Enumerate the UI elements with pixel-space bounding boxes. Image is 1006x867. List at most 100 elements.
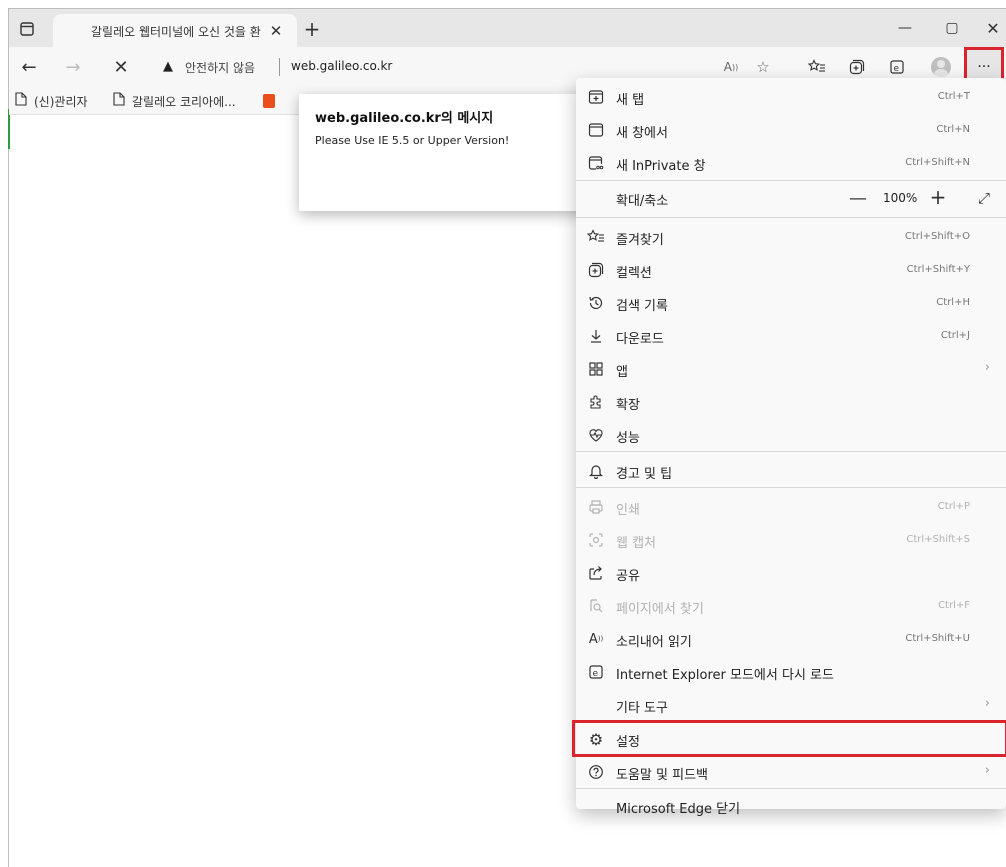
menu-item-ie-mode[interactable]: e Internet Explorer 모드에서 다시 로드 [576, 655, 1006, 688]
maximize-button[interactable]: ▢ [934, 13, 970, 43]
favorites-icon [586, 227, 606, 247]
chevron-right-icon: › [984, 696, 990, 711]
forward-button[interactable]: → [59, 53, 87, 81]
collections-icon[interactable] [843, 53, 871, 81]
menu-item-label: 인쇄 [616, 503, 640, 518]
menu-item-label: 성능 [616, 431, 640, 446]
menu-divider [576, 487, 1006, 488]
tab-favicon-icon [67, 23, 83, 39]
menu-item-label: 경고 및 팁 [616, 467, 673, 482]
menu-item-history[interactable]: 검색 기록 Ctrl+H [576, 286, 1006, 319]
svg-text:e: e [593, 669, 599, 679]
alert-dialog: web.galileo.co.kr의 메시지 Please Use IE 5.5… [299, 94, 599, 211]
menu-item-collections[interactable]: 컬렉션 Ctrl+Shift+Y [576, 253, 1006, 286]
tab-actions-icon[interactable] [15, 17, 39, 41]
menu-item-favorites[interactable]: 즐겨찾기 Ctrl+Shift+O [576, 220, 1006, 253]
minimize-button[interactable]: — [887, 13, 923, 43]
menu-item-label: 다운로드 [616, 332, 664, 347]
menu-item-share[interactable]: 공유 [576, 556, 1006, 589]
tab-active[interactable]: 갈릴레오 웹터미널에 오신 것을 환 ✕ [53, 14, 297, 47]
menu-item-label: 새 창에서 [616, 126, 668, 141]
menu-item-new-window[interactable]: 새 창에서 Ctrl+N [576, 113, 1006, 146]
menu-item-apps[interactable]: 앱 › [576, 352, 1006, 385]
menu-item-shortcut: Ctrl+Shift+N [905, 157, 970, 168]
new-tab-button[interactable]: + [299, 16, 325, 42]
warning-icon[interactable]: ▲ [163, 59, 173, 74]
collections-icon [586, 260, 606, 280]
zoom-in-button[interactable]: + [926, 185, 950, 209]
menu-item-shortcut: Ctrl+T [937, 91, 970, 102]
menu-divider [576, 451, 1006, 452]
menu-item-zoom: 확대/축소 — 100% + ⤢ [576, 181, 1006, 214]
read-aloud-icon[interactable]: A)) [717, 53, 745, 81]
menu-divider [576, 217, 1006, 218]
page-icon [113, 92, 125, 110]
menu-item-settings[interactable]: ⚙ 설정 [572, 720, 1006, 757]
favorite-item[interactable] [263, 92, 275, 110]
menu-item-shortcut: Ctrl+H [936, 297, 970, 308]
insecure-label[interactable]: 안전하지 않음 [185, 59, 255, 76]
menu-item-label: 확대/축소 [616, 194, 669, 209]
menu-item-new-tab[interactable]: 새 탭 Ctrl+T [576, 80, 1006, 113]
settings-menu: 새 탭 Ctrl+T 새 창에서 Ctrl+N 새 InPrivate 창 Ct… [572, 78, 1006, 817]
address-divider [279, 58, 280, 76]
zoom-out-button[interactable]: — [846, 186, 870, 210]
avatar [931, 57, 951, 77]
dialog-title: web.galileo.co.kr의 메시지 [315, 111, 494, 126]
menu-item-print[interactable]: 인쇄 Ctrl+P [576, 490, 1006, 523]
ie-mode-icon[interactable]: e [883, 53, 911, 81]
menu-item-shortcut: Ctrl+P [937, 501, 970, 512]
chevron-right-icon: › [984, 360, 990, 375]
ie-mode-icon: e [586, 662, 606, 682]
menu-item-help[interactable]: 도움말 및 피드백 › [576, 755, 1006, 788]
fullscreen-icon[interactable]: ⤢ [972, 186, 996, 210]
menu-item-shortcut: Ctrl+Shift+Y [906, 264, 970, 275]
inprivate-icon [586, 153, 606, 173]
menu-item-more-tools[interactable]: 기타 도구 › [576, 688, 1006, 721]
svg-text:e: e [894, 64, 900, 74]
page-edge-accent [8, 109, 10, 149]
url-text[interactable]: web.galileo.co.kr [291, 59, 392, 73]
menu-item-alerts[interactable]: 경고 및 팁 [576, 454, 1006, 487]
menu-item-new-inprivate[interactable]: 새 InPrivate 창 Ctrl+Shift+N [576, 146, 1006, 179]
help-icon [586, 762, 606, 782]
menu-item-label: 공유 [616, 569, 640, 584]
bell-icon [586, 461, 606, 481]
menu-item-read-aloud[interactable]: A)) 소리내어 읽기 Ctrl+Shift+U [576, 622, 1006, 655]
chevron-right-icon: › [984, 763, 990, 778]
menu-item-web-capture[interactable]: 웹 캡처 Ctrl+Shift+S [576, 523, 1006, 556]
close-window-button[interactable]: ✕ [975, 13, 1006, 43]
menu-item-label: 기타 도구 [616, 701, 668, 716]
favorite-item[interactable]: 갈릴레오 코리아에... [113, 92, 236, 110]
menu-item-label: 소리내어 읽기 [616, 635, 692, 650]
tab-title: 갈릴레오 웹터미널에 오신 것을 환 [91, 25, 261, 39]
menu-item-find[interactable]: 페이지에서 찾기 Ctrl+F [576, 589, 1006, 622]
menu-item-downloads[interactable]: 다운로드 Ctrl+J [576, 319, 1006, 352]
menu-item-label: 새 탭 [616, 93, 645, 108]
menu-item-performance[interactable]: 성능 [576, 418, 1006, 451]
add-favorite-icon[interactable]: ☆ [749, 53, 777, 81]
menu-item-shortcut: Ctrl+Shift+S [906, 534, 970, 545]
menu-item-shortcut: Ctrl+F [938, 600, 970, 611]
tab-strip: 갈릴레오 웹터미널에 오신 것을 환 ✕ + — ▢ ✕ [9, 9, 1006, 47]
menu-item-extensions[interactable]: 확장 [576, 385, 1006, 418]
menu-item-label: Microsoft Edge 닫기 [616, 802, 741, 817]
profile-avatar[interactable] [927, 53, 955, 81]
new-tab-icon [586, 87, 606, 107]
read-aloud-icon: A)) [588, 631, 604, 647]
menu-item-label: Internet Explorer 모드에서 다시 로드 [616, 668, 834, 683]
menu-item-label: 확장 [616, 398, 640, 413]
gear-icon: ⚙ [588, 729, 604, 749]
favorite-label: (신)관리자 [34, 94, 88, 109]
tab-close-icon[interactable]: ✕ [265, 20, 287, 42]
favorites-icon[interactable] [803, 53, 831, 81]
back-button[interactable]: ← [15, 53, 43, 81]
menu-item-label: 설정 [616, 735, 640, 750]
stop-loading-button[interactable]: ✕ [107, 53, 135, 81]
favorite-item[interactable]: (신)관리자 [15, 92, 88, 110]
download-icon [586, 326, 606, 346]
find-on-page-icon [586, 596, 606, 616]
dialog-message: Please Use IE 5.5 or Upper Version! [315, 134, 510, 147]
web-capture-icon [586, 530, 606, 550]
menu-item-close-edge[interactable]: Microsoft Edge 닫기 [576, 789, 1006, 822]
